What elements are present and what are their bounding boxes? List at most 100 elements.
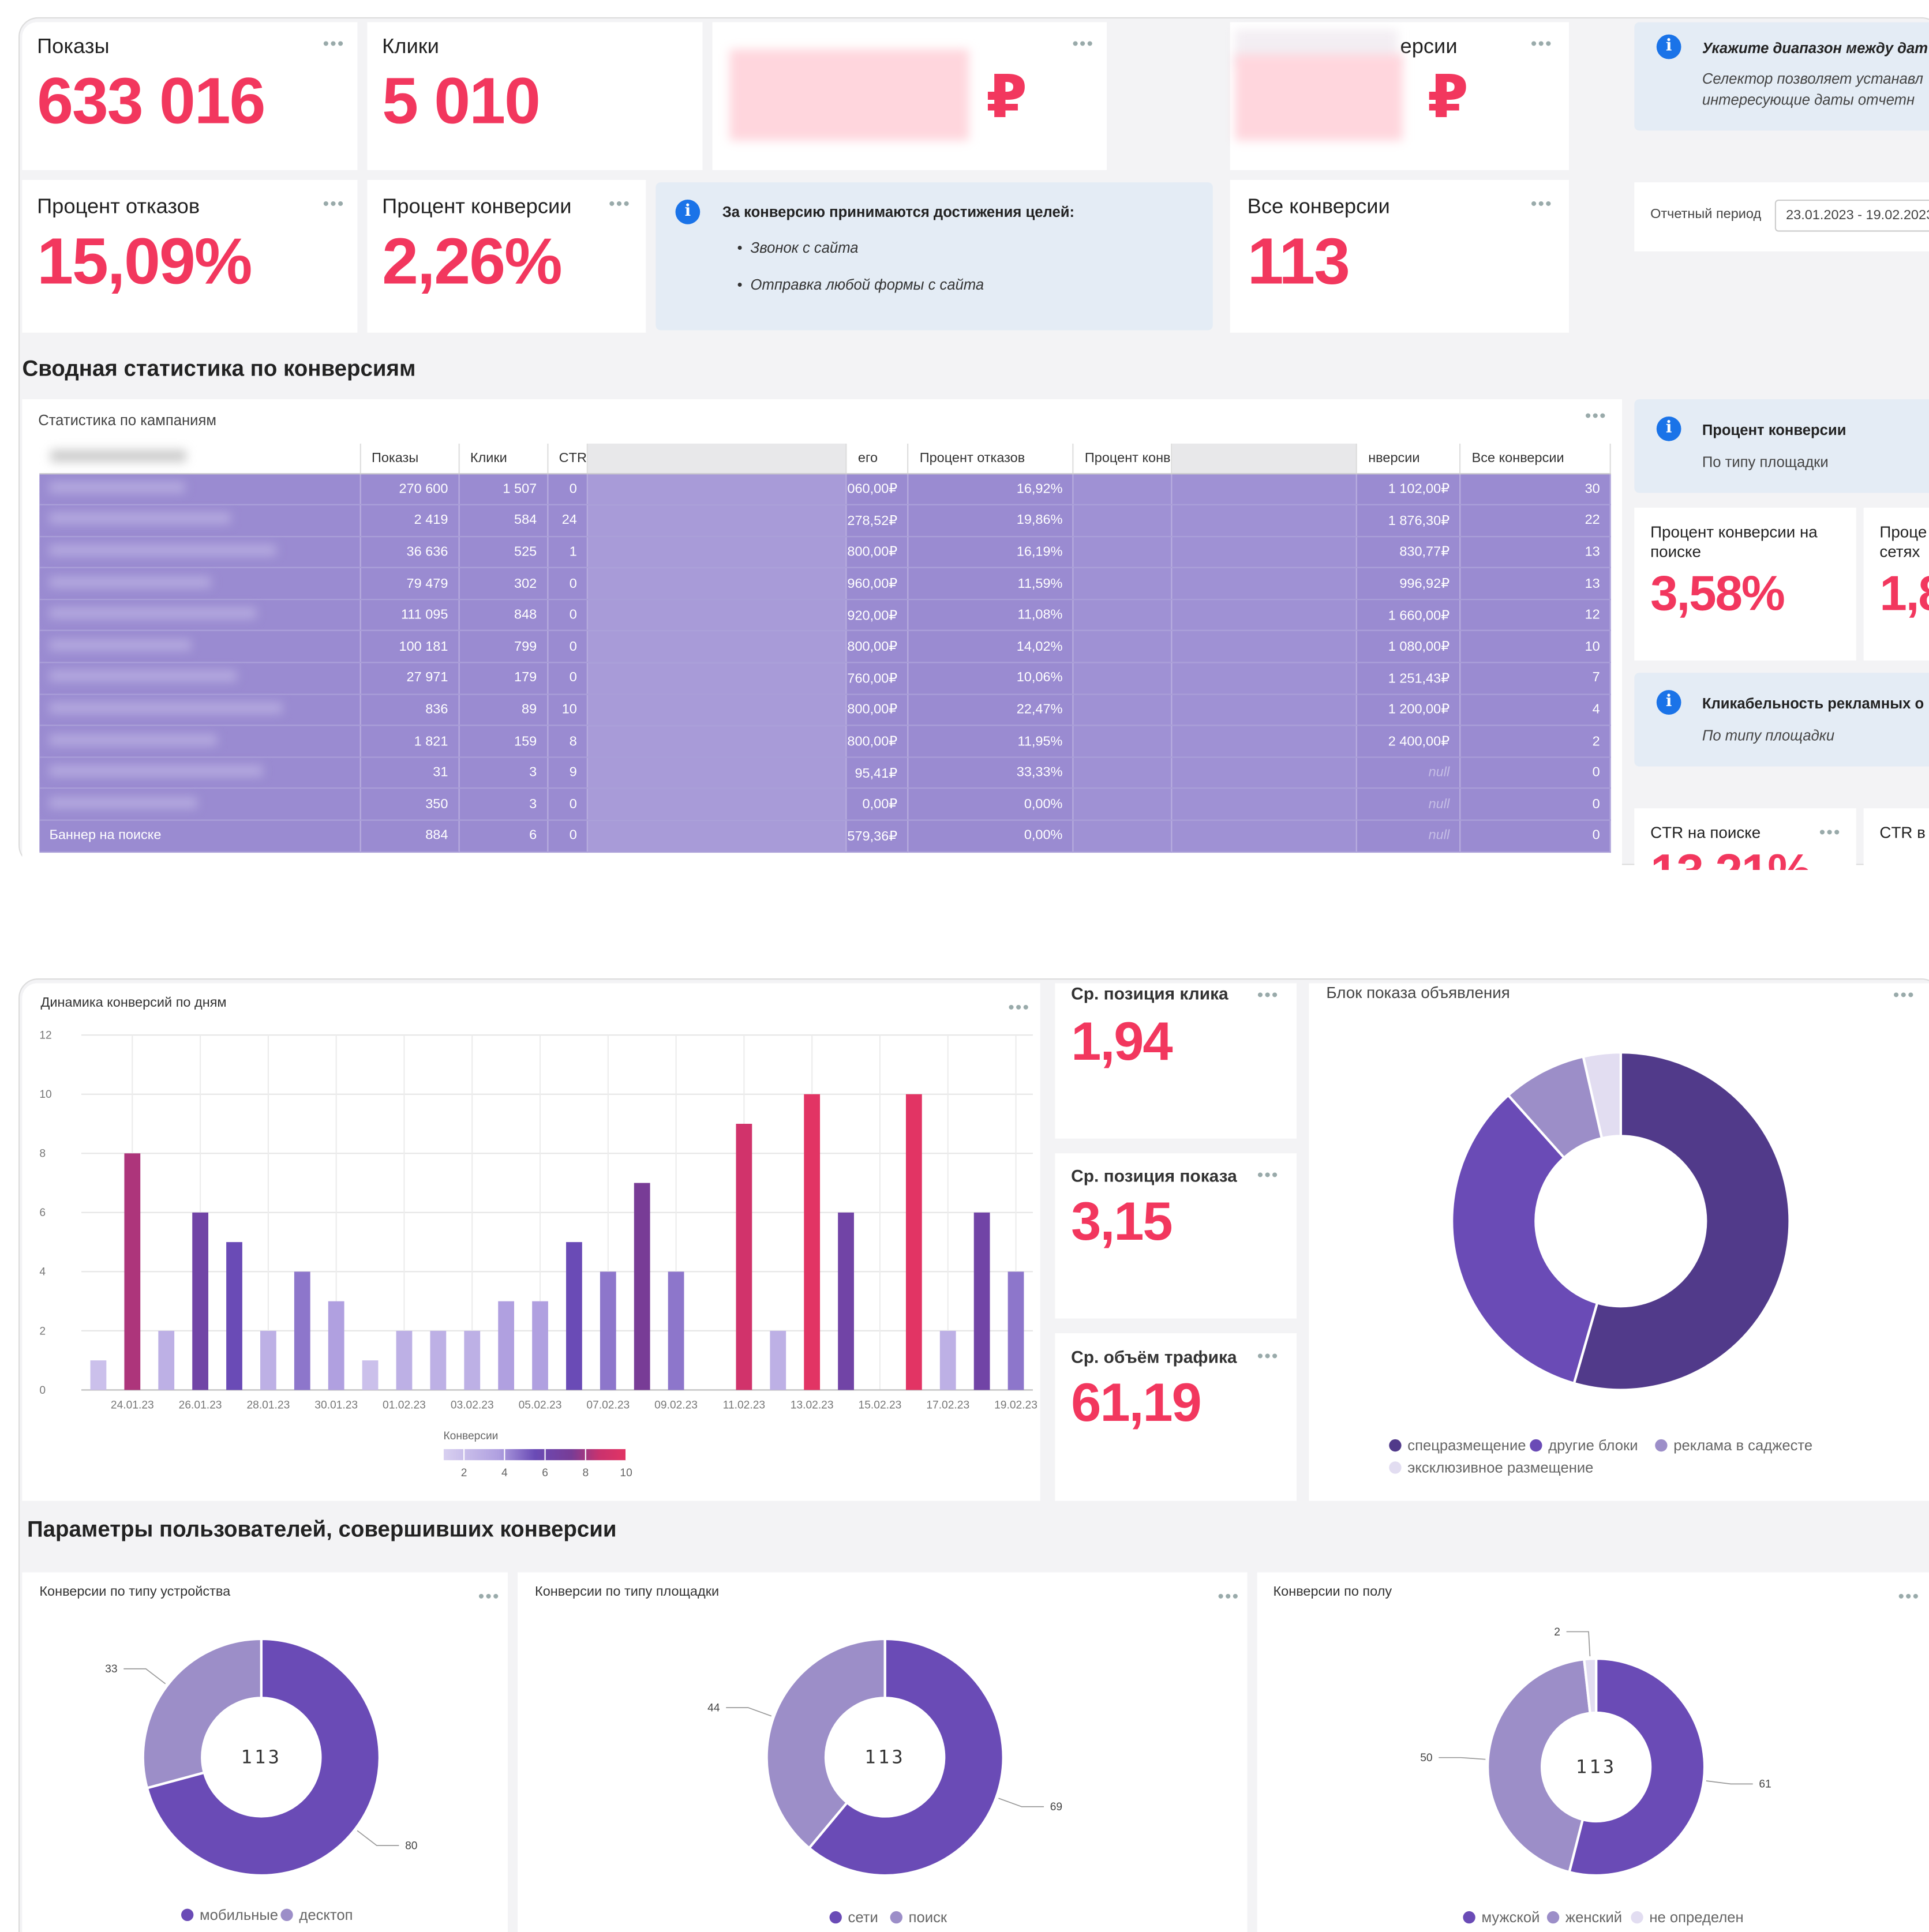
period-date-input[interactable]: 23.01.2023 - 19.02.2023 — [1774, 200, 1929, 232]
leader-line — [357, 1830, 399, 1846]
bar[interactable] — [566, 1242, 582, 1390]
col-header-clicks[interactable]: Клики — [458, 443, 548, 474]
more-menu-icon[interactable]: ••• — [1257, 1347, 1279, 1364]
table-row[interactable]: 36 636 525 1 800,00₽ 16,19% 830,77₽ 13 — [39, 536, 1611, 569]
redacted-value — [729, 49, 969, 141]
bar[interactable] — [192, 1212, 208, 1390]
table-cell-cost-conv: null — [1356, 757, 1461, 789]
bar[interactable] — [396, 1330, 413, 1390]
col-header-cost-conv[interactable]: нверсии — [1356, 443, 1461, 474]
col-header-ctr[interactable]: CTR — [547, 443, 589, 474]
table-cell-total: 760,00₽ — [846, 662, 909, 695]
legend-label[interactable]: десктоп — [299, 1907, 353, 1923]
avg-traffic-value: 61,19 — [1071, 1372, 1202, 1434]
bar[interactable] — [905, 1094, 922, 1390]
col-header-total[interactable]: его — [846, 443, 909, 474]
bar[interactable] — [90, 1360, 107, 1390]
more-menu-icon[interactable]: ••• — [323, 194, 345, 212]
legend-label[interactable]: поиск — [909, 1910, 947, 1926]
table-cell-redacted — [1073, 757, 1173, 789]
table-row[interactable]: 31 3 9 95,41₽ 33,33% null 0 — [39, 757, 1611, 789]
col-header-bounce[interactable]: Процент отказов — [908, 443, 1074, 474]
bar[interactable] — [668, 1271, 684, 1390]
bar[interactable] — [634, 1183, 650, 1390]
color-scale-bar — [443, 1449, 627, 1461]
table-cell-clicks: 848 — [458, 599, 548, 632]
col-header-shows[interactable]: Показы — [359, 443, 459, 474]
bar[interactable] — [973, 1212, 990, 1390]
bar[interactable] — [600, 1271, 616, 1390]
bar[interactable] — [838, 1212, 854, 1390]
legend-label[interactable]: другие блоки — [1548, 1438, 1638, 1454]
legend-label[interactable]: мужской — [1481, 1910, 1540, 1926]
device-donut-chart: 80 33 113 мобильные десктоп — [105, 1637, 417, 1923]
table-row[interactable]: 27 971 179 0 760,00₽ 10,06% 1 251,43₽ 7 — [39, 662, 1611, 695]
bar[interactable] — [532, 1301, 548, 1390]
legend-dot — [829, 1911, 842, 1924]
table-row[interactable]: 1 821 159 8 800,00₽ 11,95% 2 400,00₽ 2 — [39, 725, 1611, 758]
more-menu-icon[interactable]: ••• — [1531, 194, 1553, 212]
table-row[interactable]: 2 419 584 24 278,52₽ 19,86% 1 876,30₽ 22 — [39, 504, 1611, 537]
leader-line — [1566, 1631, 1591, 1657]
legend-label[interactable]: спецразмещение — [1407, 1438, 1526, 1454]
more-menu-icon[interactable]: ••• — [1531, 35, 1553, 52]
bar[interactable] — [328, 1301, 344, 1390]
legend-label[interactable]: мобильные — [200, 1907, 278, 1923]
table-cell-redacted — [587, 757, 847, 789]
legend-label[interactable]: эксклюзивное размещение — [1407, 1460, 1593, 1476]
color-scale-tick: 4 — [501, 1467, 508, 1479]
col-header-redacted[interactable] — [587, 443, 847, 474]
table-row[interactable]: 79 479 302 0 960,00₽ 11,59% 996,92₽ 13 — [39, 568, 1611, 600]
legend-label[interactable]: женский — [1565, 1910, 1622, 1926]
table-row[interactable]: 270 600 1 507 0 060,00₽ 16,92% 1 102,00₽ 30 — [39, 473, 1611, 505]
pie-slice[interactable] — [1486, 1657, 1592, 1874]
bar[interactable] — [362, 1360, 379, 1390]
bar[interactable] — [498, 1301, 515, 1390]
col-header-name[interactable] — [39, 443, 361, 474]
bar[interactable] — [260, 1330, 276, 1390]
more-menu-icon[interactable]: ••• — [1072, 35, 1094, 52]
more-menu-icon[interactable]: ••• — [609, 194, 631, 212]
table-cell-conv: 0 — [1460, 757, 1611, 789]
bar[interactable] — [939, 1330, 956, 1390]
more-menu-icon[interactable]: ••• — [1585, 407, 1607, 424]
bar[interactable] — [770, 1330, 786, 1390]
donut-center-total: 113 — [864, 1746, 905, 1768]
bar[interactable] — [430, 1330, 447, 1390]
more-menu-icon[interactable]: ••• — [1257, 1166, 1279, 1183]
table-cell-cost-conv: 830,77₽ — [1356, 536, 1461, 569]
bar[interactable] — [1007, 1271, 1024, 1390]
bar[interactable] — [124, 1153, 141, 1390]
section-title: Параметры пользователей, совершивших кон… — [27, 1517, 617, 1542]
bar[interactable] — [464, 1330, 481, 1390]
legend-label[interactable]: не определен — [1649, 1910, 1743, 1926]
kpi-bounce-value: 15,09% — [37, 225, 252, 298]
bar[interactable] — [736, 1124, 752, 1390]
legend-label[interactable]: реклама в саджесте — [1673, 1438, 1812, 1454]
bar[interactable] — [804, 1094, 821, 1390]
more-menu-icon[interactable]: ••• — [323, 35, 345, 52]
conv-search-value: 3,58% — [1650, 567, 1785, 621]
bar[interactable] — [294, 1271, 310, 1390]
table-cell-total: 800,00₽ — [846, 536, 909, 569]
col-header-all-conv[interactable]: Все конверсии — [1460, 443, 1611, 474]
col-header-conv-rate[interactable]: Процент конв — [1073, 443, 1173, 474]
table-cell-total: 060,00₽ — [846, 473, 909, 505]
table-row[interactable]: 111 095 848 0 920,00₽ 11,08% 1 660,00₽ 12 — [39, 599, 1611, 632]
table-row[interactable]: 350 3 0 0,00₽ 0,00% null 0 — [39, 788, 1611, 821]
bar[interactable] — [226, 1242, 242, 1390]
color-scale-tick: 10 — [620, 1467, 632, 1479]
legend-dot — [1530, 1439, 1542, 1452]
col-header-redacted[interactable] — [1171, 443, 1357, 474]
table-cell-bounce: 22,47% — [908, 693, 1074, 726]
table-cell-total: 278,52₽ — [846, 504, 909, 537]
table-row[interactable]: 836 89 10 800,00₽ 22,47% 1 200,00₽ 4 — [39, 693, 1611, 726]
table-row[interactable]: 100 181 799 0 800,00₽ 14,02% 1 080,00₽ 10 — [39, 631, 1611, 663]
legend-label[interactable]: сети — [848, 1910, 878, 1926]
bar[interactable] — [158, 1330, 175, 1390]
table-cell-bounce: 0,00% — [908, 788, 1074, 821]
more-menu-icon[interactable]: ••• — [1819, 823, 1841, 841]
table-cell-campaign-name — [39, 473, 361, 505]
table-row[interactable]: Баннер на поиске 884 6 0 579,36₽ 0,00% null 0 — [39, 820, 1611, 853]
more-menu-icon[interactable]: ••• — [1257, 986, 1279, 1003]
